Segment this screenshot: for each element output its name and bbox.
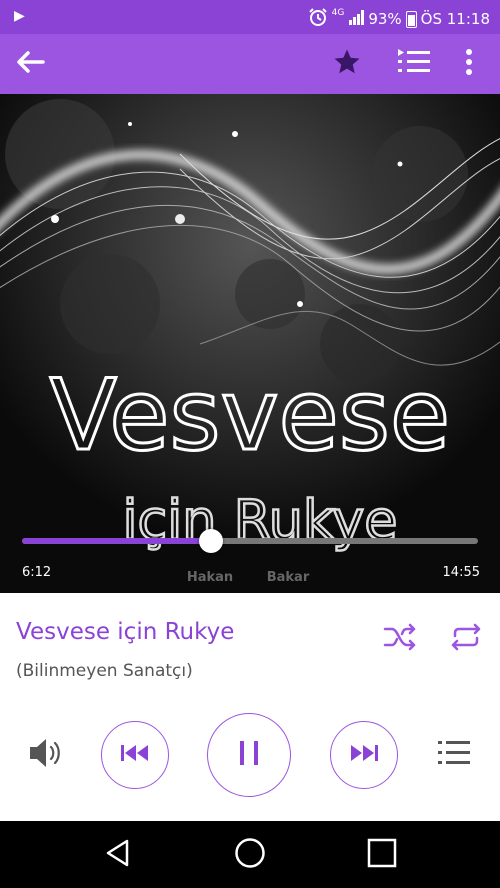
track-title: Vesvese için Rukye (16, 619, 235, 645)
back-button[interactable] (8, 34, 52, 94)
seek-progress (22, 538, 212, 544)
shuffle-button[interactable] (380, 621, 420, 657)
previous-icon (120, 743, 150, 767)
playlist-button[interactable] (434, 735, 474, 775)
next-button[interactable] (330, 721, 398, 789)
status-bar: ▶ 4G 93% ÖS 11:18 (0, 0, 500, 34)
pause-button[interactable] (207, 713, 291, 797)
next-icon (349, 743, 379, 767)
nav-home-button[interactable] (220, 821, 280, 888)
total-duration: 14:55 (442, 565, 480, 580)
nav-recents-button[interactable] (352, 821, 412, 888)
back-triangle-icon (103, 838, 133, 872)
signal-icon (348, 9, 365, 29)
elapsed-time: 6:12 (22, 565, 52, 580)
battery-icon (405, 10, 417, 28)
album-art: Vesvese için Rukye Hakan Bakar (0, 94, 500, 593)
player-panel: Vesvese için Rukye (Bilinmeyen Sanatçı) (0, 593, 500, 821)
app-toolbar (0, 34, 500, 94)
art-watermark-left: Hakan (187, 570, 233, 585)
art-watermark-right: Bakar (267, 570, 310, 585)
home-circle-icon (234, 837, 266, 873)
volume-button[interactable] (24, 735, 68, 775)
system-nav-bar (0, 821, 500, 888)
shuffle-icon (383, 622, 417, 656)
status-indicators: 4G 93% ÖS 11:18 (308, 7, 490, 31)
repeat-icon (449, 622, 483, 656)
track-artist: (Bilinmeyen Sanatçı) (16, 661, 193, 681)
network-type: 4G (331, 8, 345, 18)
art-title-line1: Vesvese (50, 359, 450, 473)
clock: ÖS 11:18 (420, 10, 490, 28)
volume-icon (26, 735, 66, 775)
favorite-button[interactable] (325, 34, 369, 94)
repeat-button[interactable] (446, 621, 486, 657)
play-notification-icon: ▶ (14, 8, 25, 24)
alarm-icon (308, 7, 328, 31)
nav-back-button[interactable] (88, 821, 148, 888)
recents-square-icon (367, 838, 397, 872)
star-icon (332, 47, 362, 81)
more-vert-icon (465, 49, 473, 79)
back-arrow-icon (15, 50, 45, 78)
pause-icon (237, 739, 261, 771)
playlist-icon (437, 738, 471, 772)
previous-button[interactable] (101, 721, 169, 789)
queue-icon (396, 47, 432, 81)
queue-button[interactable] (392, 34, 436, 94)
seek-bar[interactable] (22, 529, 478, 553)
more-options-button[interactable] (452, 34, 486, 94)
battery-percent: 93% (368, 10, 402, 28)
